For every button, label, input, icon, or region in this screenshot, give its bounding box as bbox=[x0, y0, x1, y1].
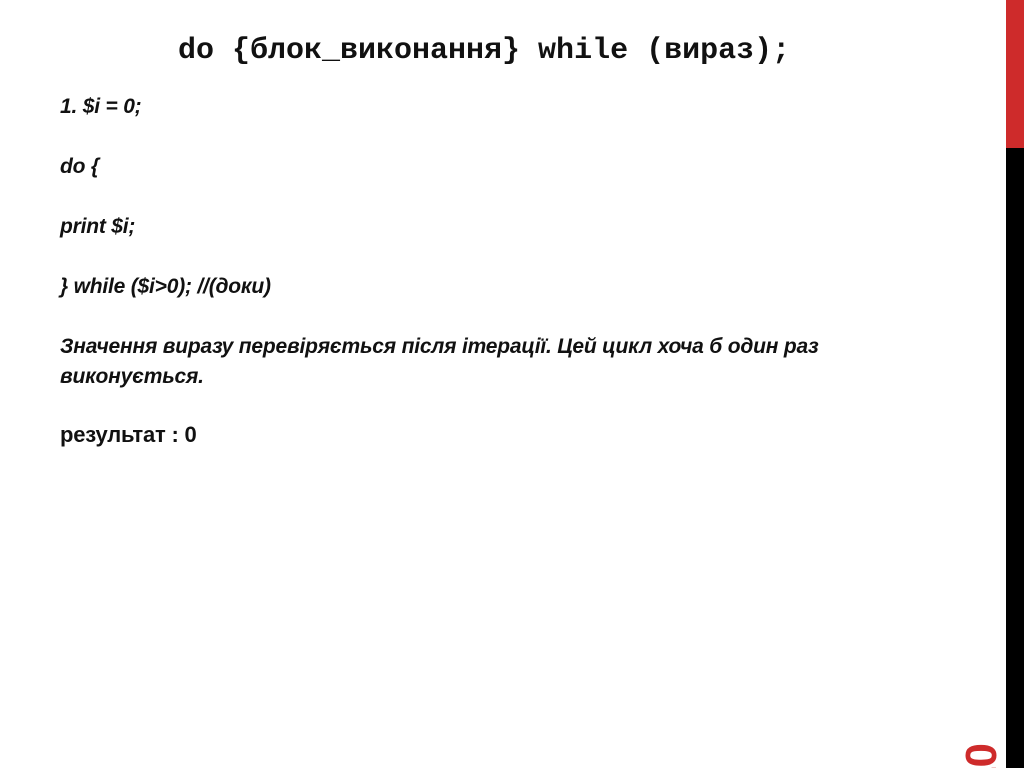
result-line: результат : 0 bbox=[60, 422, 197, 447]
explanation-paragraph: Значення виразу перевіряється після ітер… bbox=[60, 335, 819, 388]
code-line-while: } while ($i>0); //(доки) bbox=[60, 275, 271, 298]
edge-accent-stripe-black bbox=[1006, 148, 1024, 768]
slide: do {блок_виконання} while (вираз); 1. $i… bbox=[0, 0, 1024, 768]
code-line-print: print $i; bbox=[60, 215, 136, 238]
slide-title: do {блок_виконання} while (вираз); bbox=[178, 34, 791, 68]
code-line-do-open: do { bbox=[60, 155, 99, 178]
slide-body: 1. $i = 0; do { print $i; } while ($i>0)… bbox=[60, 92, 870, 450]
slide-number-value: 10 bbox=[957, 744, 1006, 768]
edge-accent-stripe-red bbox=[1006, 0, 1024, 148]
code-line-init: 1. $i = 0; bbox=[60, 95, 142, 118]
slide-number: 10 bbox=[957, 676, 1008, 768]
